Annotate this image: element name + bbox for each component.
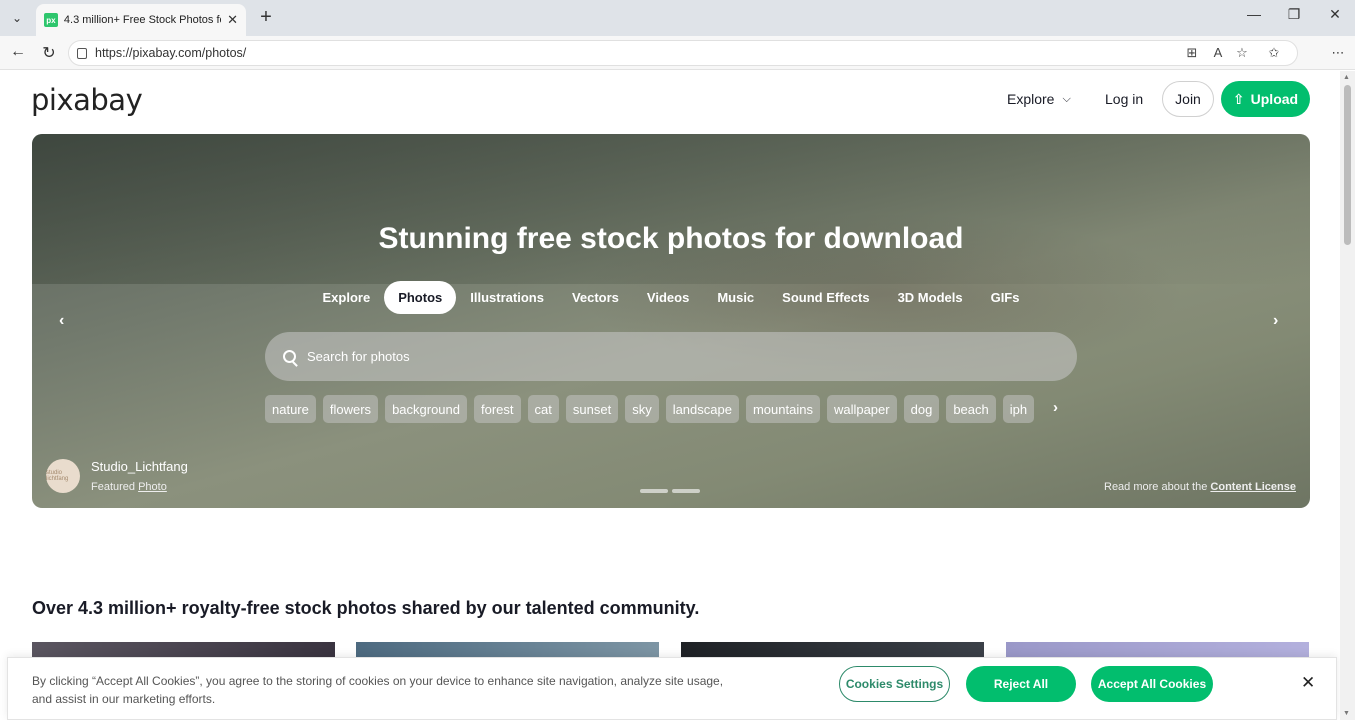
chevron-down-icon: ⌵ — [1062, 92, 1071, 105]
back-arrow-icon[interactable]: ← — [8, 43, 28, 61]
license-note: Read more about the Content License — [1104, 481, 1296, 493]
scroll-thumb[interactable] — [1344, 85, 1351, 245]
tab-music[interactable]: Music — [703, 281, 768, 314]
featured-photo-link[interactable]: Photo — [138, 481, 167, 493]
featured-label: Featured Photo — [91, 481, 167, 493]
page-scrollbar[interactable]: ▲ ▼ — [1340, 71, 1355, 720]
scroll-down-icon[interactable]: ▼ — [1343, 710, 1350, 717]
reload-icon[interactable]: ↻ — [39, 43, 59, 63]
featured-prefix: Featured — [91, 481, 136, 493]
maximize-icon[interactable]: ❐ — [1284, 6, 1304, 23]
carousel-dot[interactable] — [672, 489, 700, 493]
tab-list-chevron-icon[interactable]: ⌄ — [6, 8, 28, 28]
section-title: Over 4.3 million+ royalty-free stock pho… — [32, 598, 700, 618]
hero-next-chevron-icon[interactable]: › — [1273, 312, 1278, 330]
tab-explore[interactable]: Explore — [309, 281, 385, 314]
window-close-icon[interactable]: ✕ — [1325, 6, 1345, 23]
search-icon — [283, 350, 296, 363]
close-icon[interactable]: ✕ — [1301, 673, 1315, 693]
login-link[interactable]: Log in — [1105, 91, 1143, 107]
carousel-dots — [640, 489, 700, 493]
avatar[interactable]: studio lichtfang — [46, 459, 80, 493]
search-input[interactable]: Search for photos — [265, 332, 1077, 381]
tag-chip[interactable]: wallpaper — [826, 395, 897, 423]
upload-button[interactable]: ⇧ Upload — [1221, 81, 1310, 117]
hero-background-image — [32, 134, 1310, 284]
search-placeholder: Search for photos — [307, 349, 410, 364]
new-tab-plus-icon[interactable]: + — [256, 6, 276, 29]
carousel-dot[interactable] — [640, 489, 668, 493]
tab-title: 4.3 million+ Free Stock Photos for — [63, 14, 222, 26]
tab-photos[interactable]: Photos — [384, 281, 457, 314]
url-text: https://pixabay.com/photos/ — [95, 46, 247, 60]
tag-chip[interactable]: flowers — [322, 395, 379, 423]
pixabay-logo[interactable]: pixabay — [31, 83, 143, 117]
read-aloud-icon[interactable]: A — [1209, 45, 1227, 60]
tag-chip[interactable]: forest — [474, 395, 521, 423]
cookie-banner: By clicking “Accept All Cookies”, you ag… — [7, 657, 1337, 720]
minimize-icon[interactable]: — — [1244, 6, 1264, 22]
tab-sound-effects[interactable]: Sound Effects — [768, 281, 883, 314]
page-content: pixabay Explore ⌵ Log in Join ⇧ Upload S… — [0, 71, 1340, 720]
hero-title: Stunning free stock photos for download — [378, 222, 964, 255]
tag-chip[interactable]: nature — [265, 395, 316, 423]
browser-tab[interactable]: px 4.3 million+ Free Stock Photos for ✕ — [36, 4, 246, 36]
tag-chip[interactable]: mountains — [745, 395, 820, 423]
tab-illustrations[interactable]: Illustrations — [456, 281, 558, 314]
favorite-star-icon[interactable]: ☆ — [1233, 45, 1251, 61]
tag-chip[interactable]: beach — [946, 395, 996, 423]
category-tabs: Explore Photos Illustrations Vectors Vid… — [32, 281, 1310, 314]
scroll-up-icon[interactable]: ▲ — [1343, 74, 1350, 81]
apps-icon[interactable]: ⊞ — [1183, 45, 1201, 61]
join-button[interactable]: Join — [1162, 81, 1214, 117]
tag-chip[interactable]: sky — [625, 395, 659, 423]
tag-chip[interactable]: iph — [1002, 395, 1035, 423]
address-bar-row: ← ↻ https://pixabay.com/photos/ ⊞ A ☆ ✩ … — [0, 36, 1355, 70]
explore-menu[interactable]: Explore ⌵ — [1007, 91, 1071, 107]
upload-icon: ⇧ — [1232, 90, 1245, 107]
tab-videos[interactable]: Videos — [633, 281, 703, 314]
cookies-settings-button[interactable]: Cookies Settings — [839, 666, 950, 702]
cookie-text: By clicking “Accept All Cookies”, you ag… — [32, 674, 724, 706]
browser-tab-bar: ⌄ px 4.3 million+ Free Stock Photos for … — [0, 0, 1355, 36]
tag-chip[interactable]: sunset — [565, 395, 619, 423]
pixabay-favicon-icon: px — [44, 13, 58, 27]
explore-label: Explore — [1007, 91, 1055, 107]
tags-next-chevron-icon[interactable]: › — [1053, 399, 1058, 416]
hero-banner: Stunning free stock photos for download … — [32, 134, 1310, 508]
upload-label: Upload — [1250, 91, 1299, 107]
tab-3d-models[interactable]: 3D Models — [884, 281, 977, 314]
tag-chip[interactable]: landscape — [665, 395, 739, 423]
tab-close-icon[interactable]: ✕ — [227, 12, 238, 28]
more-menu-icon[interactable]: ⋯ — [1329, 45, 1347, 61]
tag-chip[interactable]: cat — [527, 395, 559, 423]
accept-all-cookies-button[interactable]: Accept All Cookies — [1091, 666, 1213, 702]
tag-chip[interactable]: dog — [903, 395, 940, 423]
reject-all-button[interactable]: Reject All — [966, 666, 1076, 702]
tab-gifs[interactable]: GIFs — [977, 281, 1034, 314]
tab-vectors[interactable]: Vectors — [558, 281, 633, 314]
author-name[interactable]: Studio_Lichtfang — [91, 459, 188, 474]
content-license-link[interactable]: Content License — [1210, 481, 1296, 493]
hero-prev-chevron-icon[interactable]: ‹ — [59, 312, 64, 330]
tag-list: nature flowers background forest cat sun… — [265, 395, 1035, 423]
lock-icon — [77, 47, 87, 59]
license-prefix: Read more about the — [1104, 481, 1208, 493]
favorites-list-icon[interactable]: ✩ — [1265, 45, 1283, 61]
url-field[interactable]: https://pixabay.com/photos/ — [68, 40, 1298, 66]
tag-chip[interactable]: background — [385, 395, 468, 423]
